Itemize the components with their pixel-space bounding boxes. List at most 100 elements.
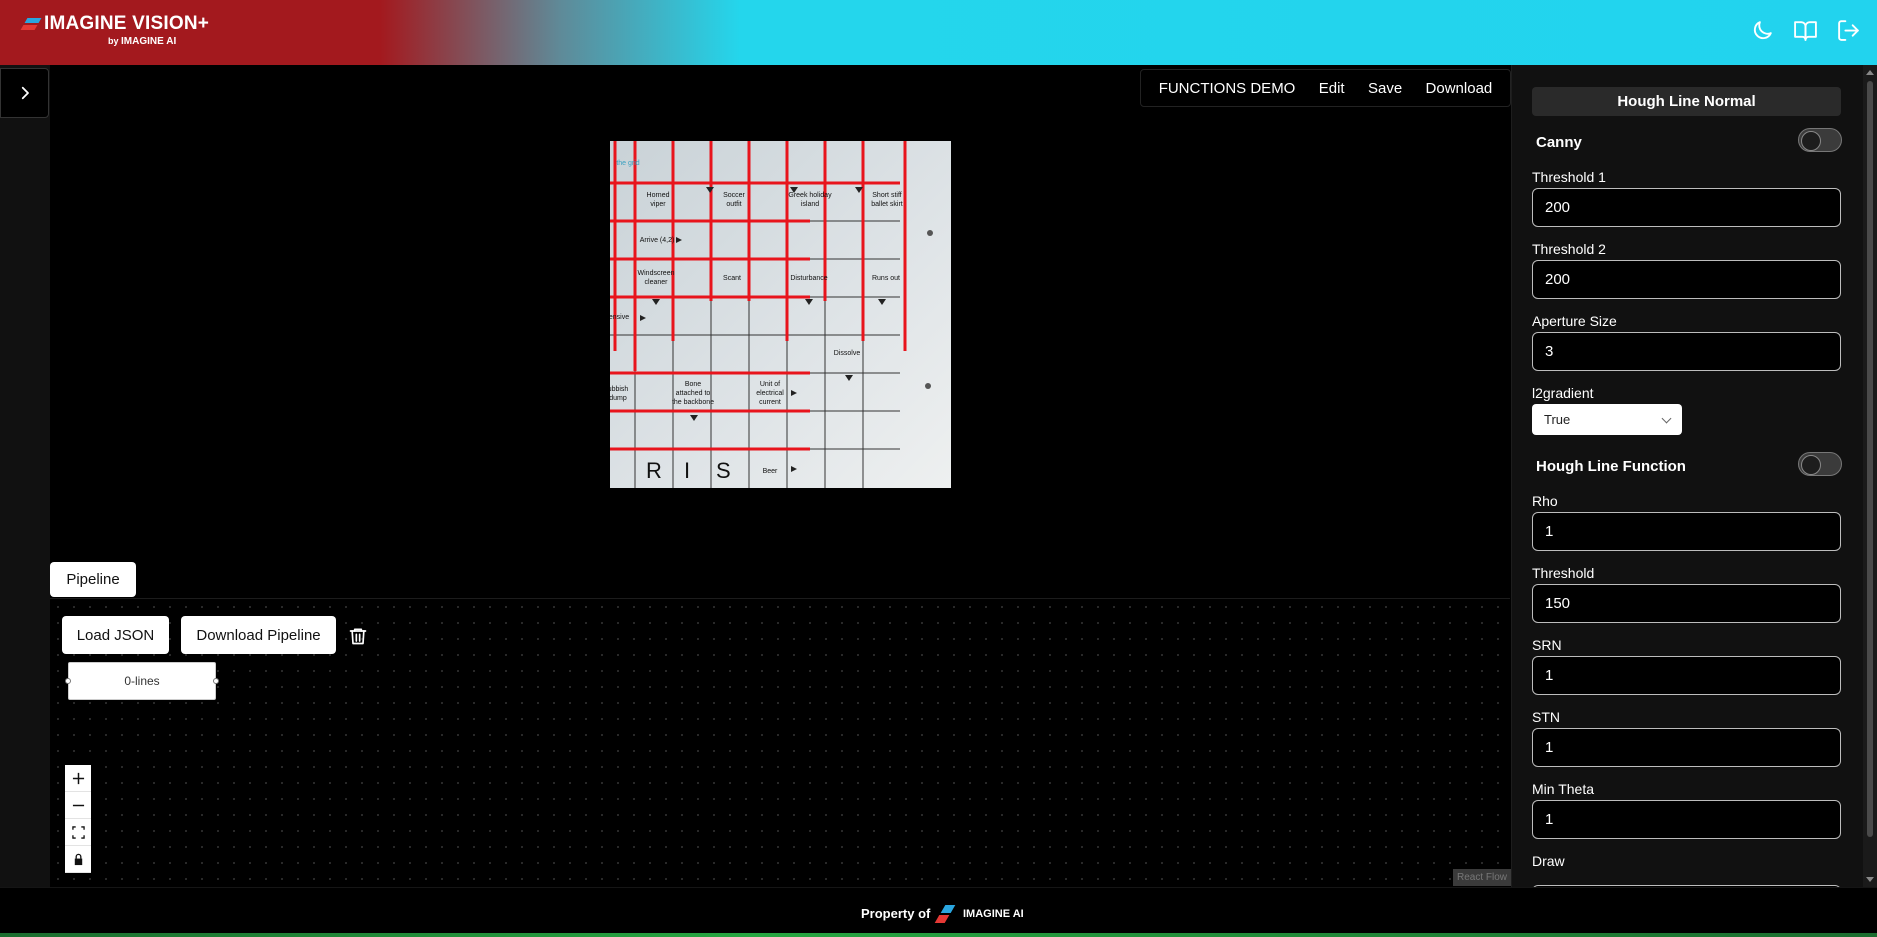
scrollbar-thumb[interactable] [1867, 81, 1873, 837]
aperture-size-input[interactable]: 3 [1532, 332, 1841, 371]
svg-text:cleaner: cleaner [645, 279, 669, 286]
srn-input[interactable]: 1 [1532, 656, 1841, 695]
svg-text:outfit: outfit [726, 201, 741, 208]
threshold2-label: Threshold 2 [1532, 241, 1606, 257]
left-sidebar [0, 65, 50, 887]
moon-icon[interactable] [1750, 18, 1775, 43]
book-icon[interactable] [1793, 18, 1818, 43]
canny-toggle[interactable] [1798, 128, 1842, 152]
download-menu[interactable]: Download [1426, 80, 1493, 97]
svg-text:Beer: Beer [763, 468, 778, 475]
svg-text:ensive: ensive [610, 314, 629, 321]
brand-subtitle: by IMAGINE AI [108, 36, 176, 47]
imagine-ai-logo-icon [934, 903, 957, 925]
hough-section-title: Hough Line Function [1536, 458, 1686, 475]
svg-text:current: current [759, 399, 781, 406]
footer-logo: IMAGINE AI [934, 903, 1024, 925]
functions-demo-menu[interactable]: FUNCTIONS DEMO [1159, 80, 1296, 97]
svg-text:Windscreen: Windscreen [638, 270, 675, 277]
header-actions [1750, 18, 1861, 43]
svg-text:Arrive (4,2): Arrive (4,2) [640, 237, 675, 244]
svg-text:Greek holiday: Greek holiday [788, 192, 832, 199]
lock-button[interactable] [65, 846, 91, 873]
min-theta-input[interactable]: 1 [1532, 800, 1841, 839]
rho-input[interactable]: 1 [1532, 512, 1841, 551]
node-input-handle[interactable] [65, 678, 71, 684]
footer-property-text: Property of [861, 906, 931, 921]
footer-accent-bar [0, 933, 1877, 937]
crossword-lines-drawing: the grid Horned viper Soccer outfit Greek … [610, 141, 933, 488]
srn-label: SRN [1532, 637, 1562, 653]
svg-text:Unit of: Unit of [760, 381, 780, 388]
svg-text:electrical: electrical [756, 390, 784, 397]
chevron-down-icon [1661, 413, 1672, 424]
image-clue-text: the grid [616, 160, 639, 167]
l2gradient-select[interactable]: True [1532, 404, 1682, 435]
svg-text:Soccer: Soccer [723, 192, 745, 199]
svg-text:Disturbance: Disturbance [790, 275, 827, 282]
react-flow-attribution[interactable]: React Flow [1453, 869, 1511, 886]
svg-text:island: island [801, 201, 819, 208]
scroll-down-arrow-icon[interactable] [1866, 877, 1874, 882]
node-output-handle[interactable] [213, 678, 219, 684]
svg-text:dump: dump [610, 395, 627, 402]
threshold-label: Threshold [1532, 565, 1595, 581]
threshold1-input[interactable]: 200 [1532, 188, 1841, 227]
stn-input[interactable]: 1 [1532, 728, 1841, 767]
svg-text:Short stiff: Short stiff [872, 192, 901, 199]
svg-text:Dissolve: Dissolve [834, 350, 861, 357]
processed-image: the grid Horned viper Soccer outfit Greek … [610, 141, 951, 488]
node-label: 0-lines [124, 674, 160, 688]
svg-text:the backbone: the backbone [672, 399, 714, 406]
svg-text:S: S [716, 458, 731, 483]
brand-subtitle-company: IMAGINE AI [121, 36, 177, 47]
hough-toggle[interactable] [1798, 452, 1842, 476]
brand-logo[interactable]: IMAGINE VISION+ by IMAGINE AI [20, 13, 210, 47]
fit-view-icon [71, 825, 85, 839]
save-menu[interactable]: Save [1368, 80, 1402, 97]
l2gradient-value: True [1544, 412, 1571, 427]
zoom-in-button[interactable] [65, 765, 91, 792]
svg-text:ballet skirt: ballet skirt [871, 201, 903, 208]
trash-icon[interactable] [348, 626, 368, 646]
logout-icon[interactable] [1836, 18, 1861, 43]
download-pipeline-button[interactable]: Download Pipeline [181, 616, 336, 654]
app-footer: Property of IMAGINE AI [0, 887, 1877, 937]
draw-label: Draw [1532, 853, 1565, 869]
panel-title: Hough Line Normal [1532, 87, 1841, 116]
app-header: IMAGINE VISION+ by IMAGINE AI [0, 0, 1877, 65]
load-json-button[interactable]: Load JSON [62, 616, 169, 654]
brand-name: IMAGINE VISION+ [44, 13, 210, 34]
threshold-input[interactable]: 150 [1532, 584, 1841, 623]
plus-icon [72, 772, 84, 784]
svg-text:Bone: Bone [685, 381, 701, 388]
canny-section-title: Canny [1536, 134, 1582, 151]
parameters-panel: Hough Line Normal Canny Threshold 1 200 … [1511, 65, 1863, 887]
threshold1-label: Threshold 1 [1532, 169, 1606, 185]
min-theta-label: Min Theta [1532, 781, 1594, 797]
brand-mark-icon [20, 16, 42, 32]
svg-text:R: R [646, 458, 662, 483]
lock-icon [74, 853, 82, 865]
aperture-size-label: Aperture Size [1532, 313, 1617, 329]
panel-scrollbar[interactable] [1863, 65, 1877, 887]
chevron-right-icon [21, 86, 29, 100]
svg-text:attached to: attached to [676, 390, 711, 397]
fit-view-button[interactable] [65, 819, 91, 846]
threshold2-input[interactable]: 200 [1532, 260, 1841, 299]
minus-icon [72, 804, 84, 806]
edit-menu[interactable]: Edit [1319, 80, 1345, 97]
pipeline-node[interactable]: 0-lines [65, 662, 219, 700]
sidebar-expand-button[interactable] [0, 68, 49, 118]
zoom-out-button[interactable] [65, 792, 91, 819]
l2gradient-label: l2gradient [1532, 385, 1594, 401]
svg-text:Horned: Horned [647, 192, 670, 199]
tab-pipeline[interactable]: Pipeline [50, 562, 136, 597]
stn-label: STN [1532, 709, 1560, 725]
rho-label: Rho [1532, 493, 1558, 509]
scroll-up-arrow-icon[interactable] [1866, 70, 1874, 75]
svg-text:I: I [684, 458, 690, 483]
svg-text:viper: viper [650, 201, 666, 208]
flow-controls [65, 765, 91, 873]
svg-text:ubbish: ubbish [610, 386, 628, 393]
